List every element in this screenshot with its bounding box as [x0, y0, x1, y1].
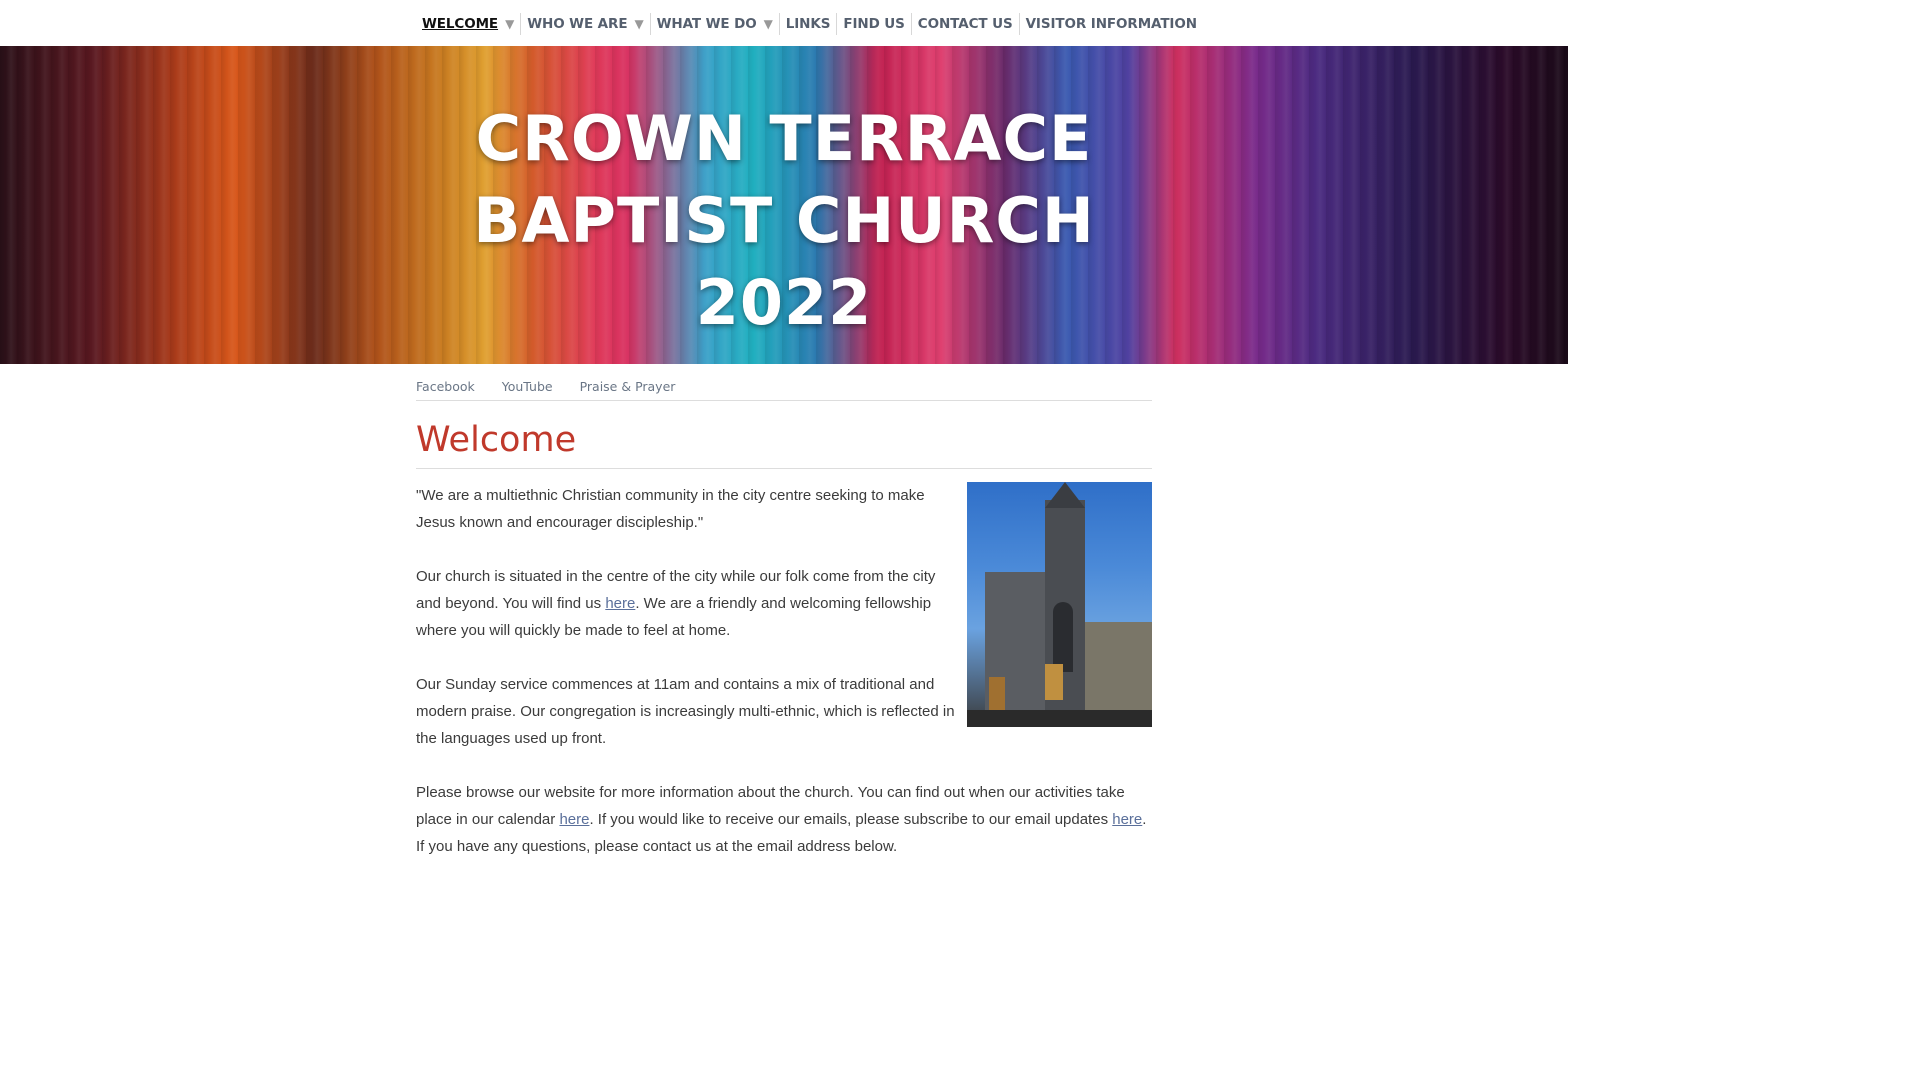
praise-prayer-link[interactable]: Praise & Prayer — [580, 376, 676, 394]
header-banner: CROWN TERRACE BAPTIST CHURCH 2022 — [0, 46, 1568, 364]
nav-label: LINKS — [785, 16, 831, 32]
youtube-link[interactable]: YouTube — [502, 376, 553, 394]
facebook-link[interactable]: Facebook — [416, 376, 475, 394]
photo-spire-shape — [1045, 482, 1085, 508]
mission-paragraph: "We are a multiethnic Christian communit… — [416, 487, 925, 531]
page-title: Welcome — [416, 414, 1152, 469]
nav-label: VISITOR INFORMATION — [1025, 16, 1197, 32]
service-paragraph: Our Sunday service commences at 11am and… — [416, 676, 955, 747]
find-us-link[interactable]: here — [605, 595, 635, 612]
location-paragraph: Our church is situated in the centre of … — [416, 563, 961, 644]
nav-item-find-us[interactable]: FIND US — [836, 13, 910, 35]
nav-item-what-we-do[interactable]: WHAT WE DO ▼ — [649, 13, 779, 35]
social-links-bar: Facebook YouTube Praise & Prayer — [416, 376, 1152, 401]
photo-road-shape — [967, 710, 1152, 727]
nav-label: WELCOME — [422, 16, 499, 32]
caret-down-icon[interactable]: ▼ — [634, 17, 643, 31]
browse-text: Please browse our website for more infor… — [416, 779, 1156, 860]
browse-paragraph: Please browse our website for more infor… — [416, 779, 1156, 860]
site-title-line-2: BAPTIST CHURCH — [473, 184, 1095, 257]
nav-item-links[interactable]: LINKS — [778, 13, 837, 35]
nav-item-who-we-are[interactable]: WHO WE ARE ▼ — [520, 13, 649, 35]
caret-down-icon[interactable]: ▼ — [764, 17, 773, 31]
calendar-link[interactable]: here — [559, 811, 589, 828]
photo-houses-shape — [1085, 622, 1152, 717]
photo-door-shape — [989, 677, 1005, 713]
welcome-text: "We are a multiethnic Christian communit… — [416, 482, 961, 779]
site-title-line-1: CROWN TERRACE — [475, 102, 1093, 175]
church-photo — [967, 482, 1152, 727]
nav-menu: WELCOME ▼ WHO WE ARE ▼ WHAT WE DO ▼ LINK… — [416, 13, 1203, 35]
site-title: CROWN TERRACE BAPTIST CHURCH 2022 — [0, 98, 1568, 344]
nav-label: WHO WE ARE — [527, 16, 628, 32]
top-navigation: WELCOME ▼ WHO WE ARE ▼ WHAT WE DO ▼ LINK… — [0, 0, 1568, 47]
nav-item-contact-us[interactable]: CONTACT US — [910, 13, 1019, 35]
nav-label: CONTACT US — [917, 16, 1013, 32]
nav-label: FIND US — [843, 16, 905, 32]
caret-down-icon[interactable]: ▼ — [505, 17, 514, 31]
photo-door-shape — [1045, 664, 1063, 700]
email-updates-link[interactable]: here — [1112, 811, 1142, 828]
nav-item-welcome[interactable]: WELCOME ▼ — [416, 13, 520, 35]
photo-window-shape — [1053, 602, 1073, 672]
site-title-line-3: 2022 — [695, 266, 873, 339]
nav-label: WHAT WE DO — [656, 16, 757, 32]
text-span: . If you would like to receive our email… — [589, 811, 1113, 828]
nav-item-visitor-information[interactable]: VISITOR INFORMATION — [1018, 13, 1203, 35]
